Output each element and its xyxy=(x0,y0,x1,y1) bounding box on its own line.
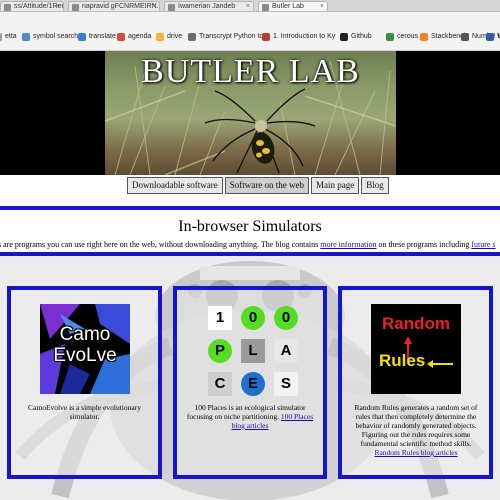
random-rules-image[interactable]: Random Rules xyxy=(371,304,461,394)
nav-downloadable-software[interactable]: Downloadable software xyxy=(127,177,223,194)
bookmark-favicon-icon xyxy=(188,33,196,41)
places-grid-cell: S xyxy=(274,372,298,396)
site-title: BUTLER LAB xyxy=(141,53,360,90)
bookmark-label: symbol search xyxy=(33,33,79,40)
tab-title: Butler Lab xyxy=(272,3,304,10)
intro-text-before: s are programs you can use right here on… xyxy=(0,240,319,249)
random-rules-description: Random Rules generates a random set of r… xyxy=(350,403,482,457)
intro-section: In-browser Simulators s are programs you… xyxy=(0,206,500,256)
places-grid-cell: L xyxy=(241,339,265,363)
places-grid-cell: E xyxy=(241,372,265,396)
bookmark-favicon-icon xyxy=(262,33,270,41)
bookmark-item[interactable]: translate xyxy=(78,31,116,43)
close-tab-icon[interactable]: × xyxy=(152,2,156,11)
bookmark-label: Github xyxy=(351,33,372,40)
bookmark-label: Transcrypt Python to xyxy=(199,33,264,40)
tab-favicon-icon xyxy=(4,4,11,11)
random-rules-text: Random Rules generates a random set of r… xyxy=(354,403,478,448)
bookmark-favicon-icon xyxy=(156,33,164,41)
intro-text-middle: on these programs including xyxy=(378,240,470,249)
bookmark-item[interactable]: agenda xyxy=(117,31,151,43)
bookmark-favicon-icon xyxy=(420,33,428,41)
tab-title: napravid gFCNRMEIRN... xyxy=(82,3,160,10)
section-title: In-browser Simulators xyxy=(178,218,322,235)
tab-title: Iwamerian Jandeb xyxy=(178,3,236,10)
bookmark-favicon-icon xyxy=(486,33,494,41)
bookmark-favicon-icon xyxy=(78,33,86,41)
bookmark-item[interactable]: cerous xyxy=(386,31,418,43)
main-nav: Downloadable software Software on the we… xyxy=(127,177,391,194)
bookmark-item[interactable]: drive xyxy=(156,31,182,43)
bookmark-item[interactable]: Transcrypt Python to xyxy=(188,31,263,43)
bookmark-label: 1. Introduction to Ky xyxy=(273,33,336,40)
places-grid-cell: 1 xyxy=(208,306,232,330)
random-rules-title-bottom: Rules xyxy=(379,351,426,370)
bookmark-item[interactable]: symbol search xyxy=(22,31,78,43)
bookmark-item[interactable]: etta xyxy=(0,31,17,43)
bookmark-label: drive xyxy=(167,33,183,40)
hundred-places-image[interactable]: 100PLACES xyxy=(206,304,298,396)
places-grid-cell: 0 xyxy=(241,306,265,330)
close-tab-icon[interactable]: × xyxy=(246,2,250,11)
hundred-places-description: 100 Places is an ecological simulator fo… xyxy=(185,403,315,430)
camo-evolve-card: Camo EvoLve CamoEvolve is a simple evolu… xyxy=(7,286,162,479)
close-tab-icon[interactable]: × xyxy=(56,2,60,11)
random-rules-title-top: Random xyxy=(382,314,450,333)
close-tab-icon[interactable]: × xyxy=(320,2,324,11)
places-grid-cell: 0 xyxy=(274,306,298,330)
camo-evolve-description: CamoEvolve is a simple evolutionary simu… xyxy=(28,403,141,421)
bookmark-item[interactable]: Github xyxy=(340,31,372,43)
bookmark-item[interactable]: Wer xyxy=(486,31,500,43)
browser-tab[interactable]: napravid gFCNRMEIRN... × xyxy=(68,1,160,11)
bookmark-favicon-icon xyxy=(22,33,30,41)
bookmark-favicon-icon xyxy=(340,33,348,41)
places-grid-cell: C xyxy=(208,372,232,396)
camo-evolve-image[interactable]: Camo EvoLve xyxy=(40,304,130,394)
browser-tab[interactable]: Butler Lab × xyxy=(258,1,328,11)
random-rules-card: Random Rules Random Rules generates a ra… xyxy=(338,286,493,479)
bookmark-favicon-icon xyxy=(386,33,394,41)
tab-favicon-icon xyxy=(262,4,269,11)
nav-main-page[interactable]: Main page xyxy=(310,177,360,194)
places-grid-cell: A xyxy=(274,339,298,363)
nav-software-on-the-web[interactable]: Software on the web xyxy=(224,177,309,194)
bookmark-favicon-icon xyxy=(461,33,469,41)
bookmark-favicon-icon xyxy=(0,33,2,41)
nav-blog[interactable]: Blog xyxy=(361,177,389,194)
browser-tab[interactable]: Iwamerian Jandeb × xyxy=(164,1,254,11)
bookmark-label: cerous xyxy=(397,33,419,40)
places-grid-cell: P xyxy=(208,339,232,363)
bookmarks-bar: etta symbol search translate agenda drive Tra… xyxy=(0,12,500,51)
browser-tab[interactable]: ss/Attitude/1Rendy/Ub...× xyxy=(0,1,64,11)
tab-favicon-icon xyxy=(168,4,175,11)
bookmark-label: agenda xyxy=(128,33,152,40)
more-information-link[interactable]: more information xyxy=(320,240,376,249)
hundred-places-card: 100PLACES 100 Places is an ecological si… xyxy=(173,286,327,479)
bookmark-favicon-icon xyxy=(117,33,125,41)
bookmark-item[interactable]: 1. Introduction to Ky xyxy=(262,31,335,43)
tab-favicon-icon xyxy=(72,4,79,11)
bookmark-label: etta xyxy=(5,33,17,40)
bookmark-label: translate xyxy=(89,33,116,40)
random-rules-blog-link[interactable]: Random Rules blog articles xyxy=(374,448,457,457)
future-link[interactable]: future s xyxy=(471,240,495,249)
camo-evolve-title: Camo EvoLve xyxy=(53,324,117,366)
intro-paragraph: s are programs you can use right here on… xyxy=(0,240,496,249)
banner-image: BUTLER LAB xyxy=(105,51,396,175)
browser-tab-bar: ss/Attitude/1Rendy/Ub...× napravid gFCNRM… xyxy=(0,0,500,12)
